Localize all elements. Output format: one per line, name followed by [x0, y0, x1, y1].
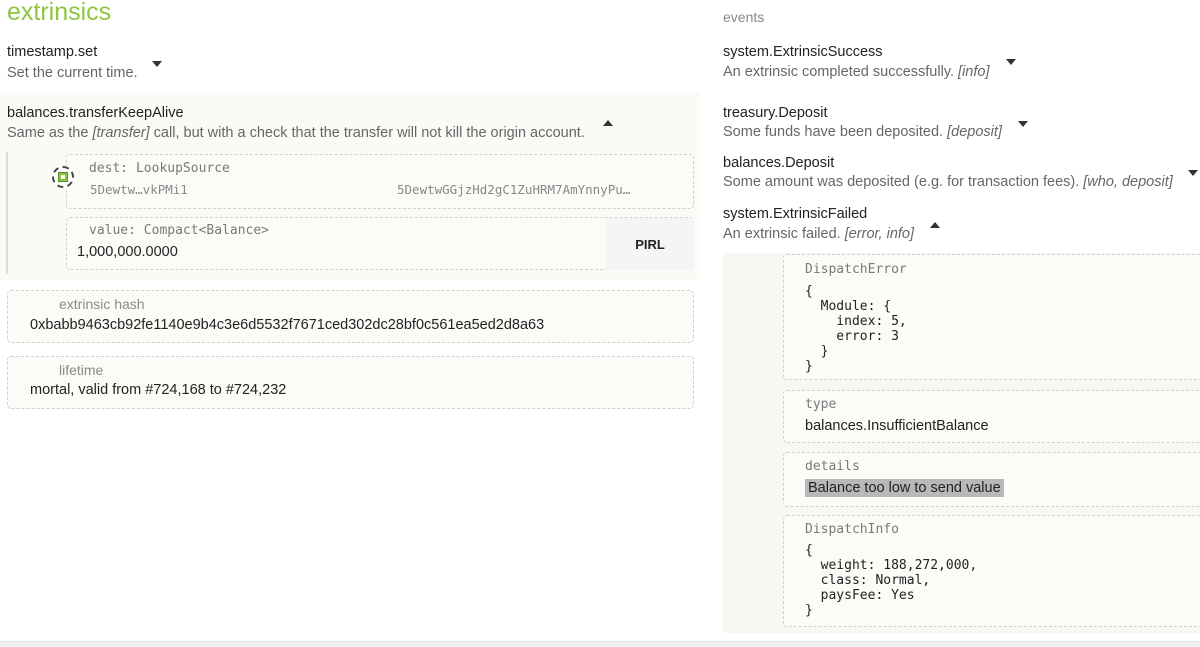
hash-value: 0xbabb9463cb92fe1140e9b4c3e6d5532f7671ce… — [30, 317, 545, 333]
event-name: system.ExtrinsicSuccess — [723, 44, 883, 60]
dispatch-info-box: DispatchInfo { weight: 188,272,000, clas… — [783, 515, 1200, 627]
dest-param[interactable]: dest: LookupSource 5Dewtw…vkPMi1 5DewtwG… — [66, 154, 694, 209]
details-value: Balance too low to send value — [805, 479, 1004, 497]
dispatch-error-box: DispatchError { Module: { index: 5, erro… — [783, 254, 1200, 380]
event-name: treasury.Deposit — [723, 105, 828, 121]
caret-down-icon[interactable] — [1006, 59, 1016, 65]
caret-up-icon[interactable] — [930, 222, 940, 228]
params-rule — [6, 152, 8, 274]
event-description: Some funds have been deposited. [deposit… — [723, 124, 1002, 140]
event-name: system.ExtrinsicFailed — [723, 206, 868, 222]
value-amount: 1,000,000.0000 — [77, 244, 178, 260]
caret-up-icon[interactable] — [603, 120, 613, 126]
type-label: type — [805, 397, 837, 412]
hash-label: extrinsic hash — [59, 296, 145, 312]
event-description: Some amount was deposited (e.g. for tran… — [723, 174, 1173, 190]
extrinsic-hash-box: extrinsic hash 0xbabb9463cb92fe1140e9b4c… — [7, 290, 694, 343]
type-box: type balances.InsufficientBalance — [783, 390, 1200, 443]
events-title: events — [723, 9, 765, 25]
event-description: An extrinsic completed successfully. [in… — [723, 64, 990, 80]
call-name: balances.transferKeepAlive — [7, 105, 184, 121]
extrinsics-title: extrinsics — [7, 0, 112, 26]
details-box: details Balance too low to send value — [783, 452, 1200, 507]
param-label: dest: LookupSource — [89, 161, 230, 176]
dispatch-info-value: { weight: 188,272,000, class: Normal, pa… — [805, 543, 978, 618]
details-label: details — [805, 459, 860, 474]
call-name: timestamp.set — [7, 44, 98, 60]
value-param[interactable]: value: Compact<Balance> 1,000,000.0000 — [66, 217, 694, 270]
call-description: Same as the [transfer] call, but with a … — [7, 125, 585, 141]
caret-down-icon[interactable] — [1018, 121, 1028, 127]
dispatch-error-value: { Module: { index: 5, error: 3 } } — [805, 284, 907, 374]
dispatch-info-label: DispatchInfo — [805, 522, 899, 537]
dest-short-address: 5Dewtw…vkPMi1 — [90, 182, 188, 197]
lifetime-value: mortal, valid from #724,168 to #724,232 — [30, 382, 287, 398]
dest-full-address: 5DewtwGGjzHd2gC1ZuHRM7AmYnnyPu… — [397, 182, 631, 197]
param-label: value: Compact<Balance> — [89, 223, 270, 238]
unit-label: PIRL — [606, 218, 694, 270]
event-description: An extrinsic failed. [error, info] — [723, 226, 915, 242]
identicon-icon — [52, 166, 74, 188]
caret-down-icon[interactable] — [1188, 170, 1198, 176]
lifetime-label: lifetime — [59, 362, 104, 378]
bottom-scrollbar[interactable] — [0, 641, 1200, 647]
call-description: Set the current time. — [7, 65, 138, 81]
lifetime-box: lifetime mortal, valid from #724,168 to … — [7, 356, 694, 409]
caret-down-icon[interactable] — [152, 61, 162, 67]
type-value: balances.InsufficientBalance — [805, 418, 989, 434]
event-name: balances.Deposit — [723, 155, 835, 171]
dispatch-error-label: DispatchError — [805, 262, 907, 277]
